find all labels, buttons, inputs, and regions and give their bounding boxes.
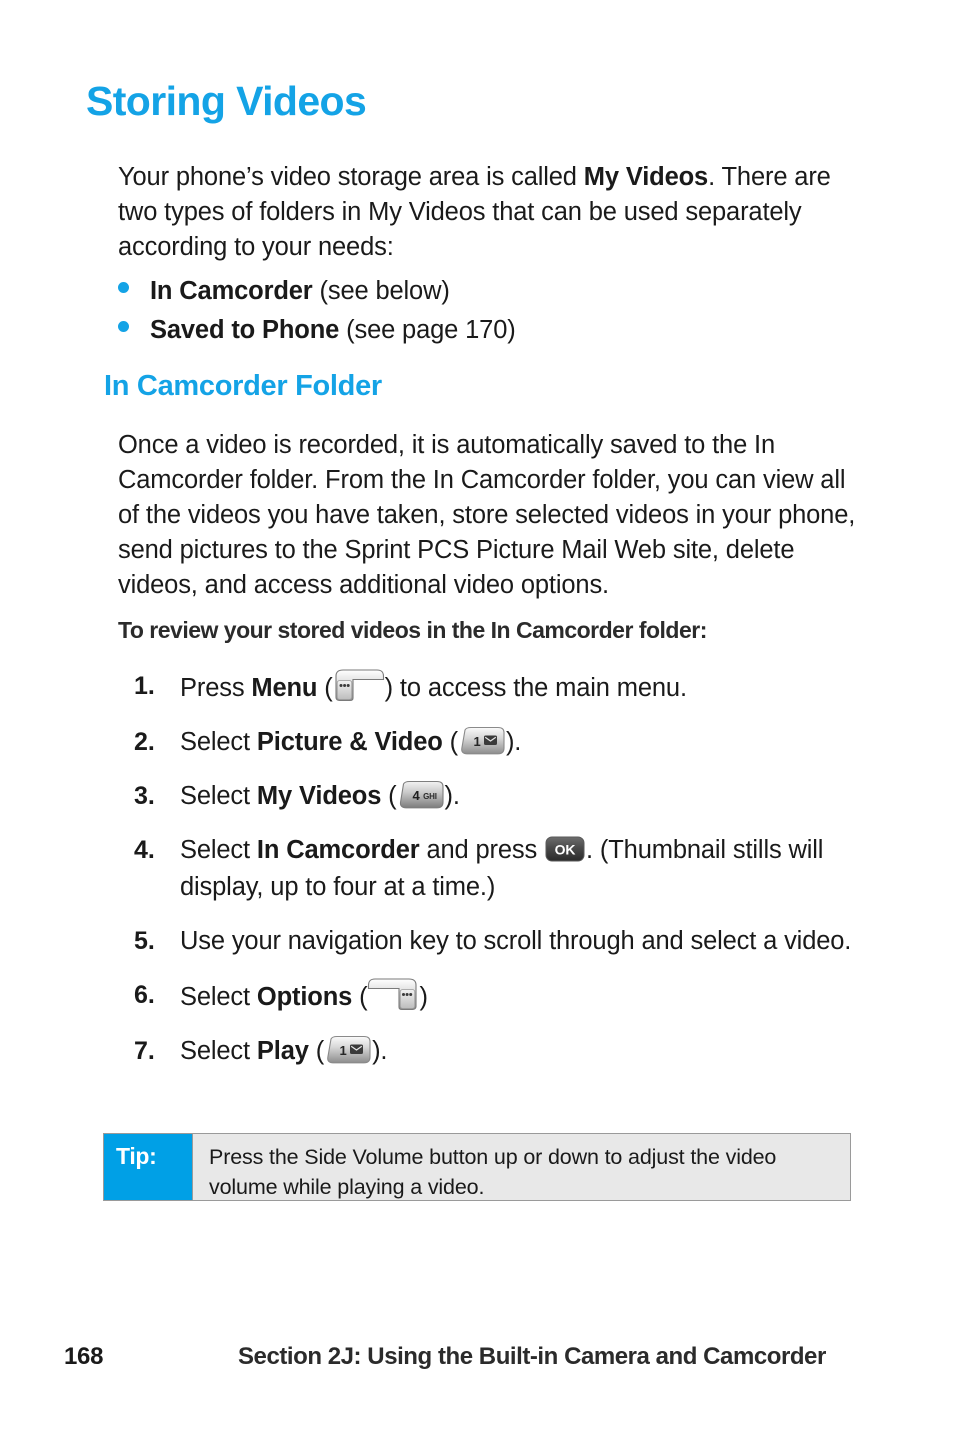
step-bold-term: Picture & Video: [256, 728, 443, 756]
step-text-pre: Select: [180, 782, 257, 810]
step-text-post: ) to access the main menu.: [384, 674, 687, 702]
step-text-post: ): [419, 983, 428, 1011]
step-text-pre: Press: [180, 674, 252, 702]
step-item: 4. Select In Camcorder and press OK. (Th…: [134, 832, 870, 906]
list-item-rest: (see page 170): [339, 316, 516, 344]
step-text: Select In Camcorder and press OK. (Thumb…: [180, 832, 870, 906]
step-item: 3. Select My Videos (4 GHI).: [134, 778, 870, 815]
tip-label-cell: Tip:: [104, 1134, 192, 1200]
step-text-mid: (: [352, 983, 368, 1011]
step-number: 3.: [134, 782, 155, 810]
step-number: 6.: [134, 981, 155, 1009]
intro-text-before: Your phone’s video storage area is calle…: [118, 163, 584, 191]
step-text-mid: (: [442, 728, 459, 756]
key-4-ghi-icon: 4 GHI: [397, 780, 445, 810]
step-text-mid: (: [381, 782, 397, 810]
step-number: 5.: [134, 927, 155, 955]
step-text-pre: Select: [180, 1037, 257, 1065]
procedure-header: To review your stored videos in the In C…: [118, 617, 707, 643]
manual-page: Storing Videos Your phone’s video storag…: [0, 0, 954, 1431]
step-item: 7. Select Play (1).: [134, 1033, 870, 1070]
step-text-post: ).: [372, 1037, 388, 1065]
step-item: 1. Press Menu ( ) to access the main menu…: [134, 668, 870, 707]
procedure-steps: 1. Press Menu ( ) to access the main menu…: [134, 668, 870, 1087]
svg-text:1: 1: [340, 1043, 347, 1058]
intro-paragraph: Your phone’s video storage area is calle…: [118, 160, 866, 265]
step-bold-term: Options: [256, 983, 353, 1011]
step-text: Press Menu ( ) to access the main menu.: [180, 668, 870, 707]
step-bold-term: Play: [256, 1037, 309, 1065]
step-number: 4.: [134, 836, 155, 864]
page-footer: 168 Section 2J: Using the Built-in Camer…: [0, 1343, 954, 1383]
tip-text: Press the Side Volume button up or down …: [209, 1145, 777, 1199]
step-text: Select Play (1).: [180, 1033, 870, 1070]
footer-section-title: Section 2J: Using the Built-in Camera an…: [238, 1343, 826, 1370]
step-text-pre: Select: [180, 728, 257, 756]
step-text: Select Options (): [180, 977, 870, 1016]
footer-page-number: 168: [64, 1343, 104, 1370]
step-text-pre: Select: [180, 983, 257, 1011]
step-text-mid: (: [308, 1037, 325, 1065]
step-number: 2.: [134, 728, 155, 756]
step-number: 1.: [134, 672, 155, 700]
page-title: Storing Videos: [86, 78, 367, 124]
step-item: 5. Use your navigation key to scroll thr…: [134, 923, 870, 960]
list-item-bold: Saved to Phone: [150, 316, 340, 344]
list-item-bold: In Camcorder: [150, 277, 313, 305]
tip-box: Tip: Press the Side Volume button up or …: [103, 1133, 851, 1201]
list-item: Saved to Phone (see page 170): [118, 311, 818, 350]
step-bold-term: Menu: [251, 674, 318, 702]
step-item: 2. Select Picture & Video (1).: [134, 724, 870, 761]
step-text-mid: and press: [419, 836, 545, 864]
step-text-mid: (: [317, 674, 333, 702]
svg-text:1: 1: [473, 734, 480, 749]
svg-text:4: 4: [412, 788, 420, 803]
step-bold-term: In Camcorder: [256, 836, 420, 864]
ok-key-icon: OK: [544, 835, 586, 863]
body-paragraph: Once a video is recorded, it is automati…: [118, 431, 856, 599]
bullet-dot-icon: [118, 282, 129, 293]
step-bold-term: My Videos: [256, 782, 382, 810]
step-number: 7.: [134, 1037, 155, 1065]
list-item-text: Saved to Phone (see page 170): [150, 311, 516, 350]
step-text: Select Picture & Video (1).: [180, 724, 870, 761]
folder-type-list: In Camcorder (see below) Saved to Phone …: [118, 272, 818, 350]
list-item: In Camcorder (see below): [118, 272, 818, 311]
step-text-post: ).: [505, 728, 522, 756]
key-1-icon: 1: [458, 726, 506, 756]
list-item-rest: (see below): [312, 277, 450, 305]
left-softkey-icon: [333, 668, 385, 702]
intro-bold-term: My Videos: [583, 163, 709, 191]
tip-label: Tip:: [116, 1143, 157, 1169]
key-1-icon: 1: [324, 1035, 372, 1065]
section-heading: In Camcorder Folder: [104, 370, 382, 402]
step-text: Select My Videos (4 GHI).: [180, 778, 870, 815]
step-item: 6. Select Options (): [134, 977, 870, 1016]
svg-text:GHI: GHI: [423, 792, 437, 801]
bullet-dot-icon: [118, 321, 129, 332]
svg-text:OK: OK: [555, 842, 576, 858]
right-softkey-icon: [367, 977, 419, 1011]
step-text-pre: Select: [180, 836, 257, 864]
tip-text-cell: Press the Side Volume button up or down …: [192, 1134, 850, 1200]
step-text-post: ).: [444, 782, 460, 810]
list-item-text: In Camcorder (see below): [150, 272, 450, 311]
step-text: Use your navigation key to scroll throug…: [180, 927, 852, 955]
